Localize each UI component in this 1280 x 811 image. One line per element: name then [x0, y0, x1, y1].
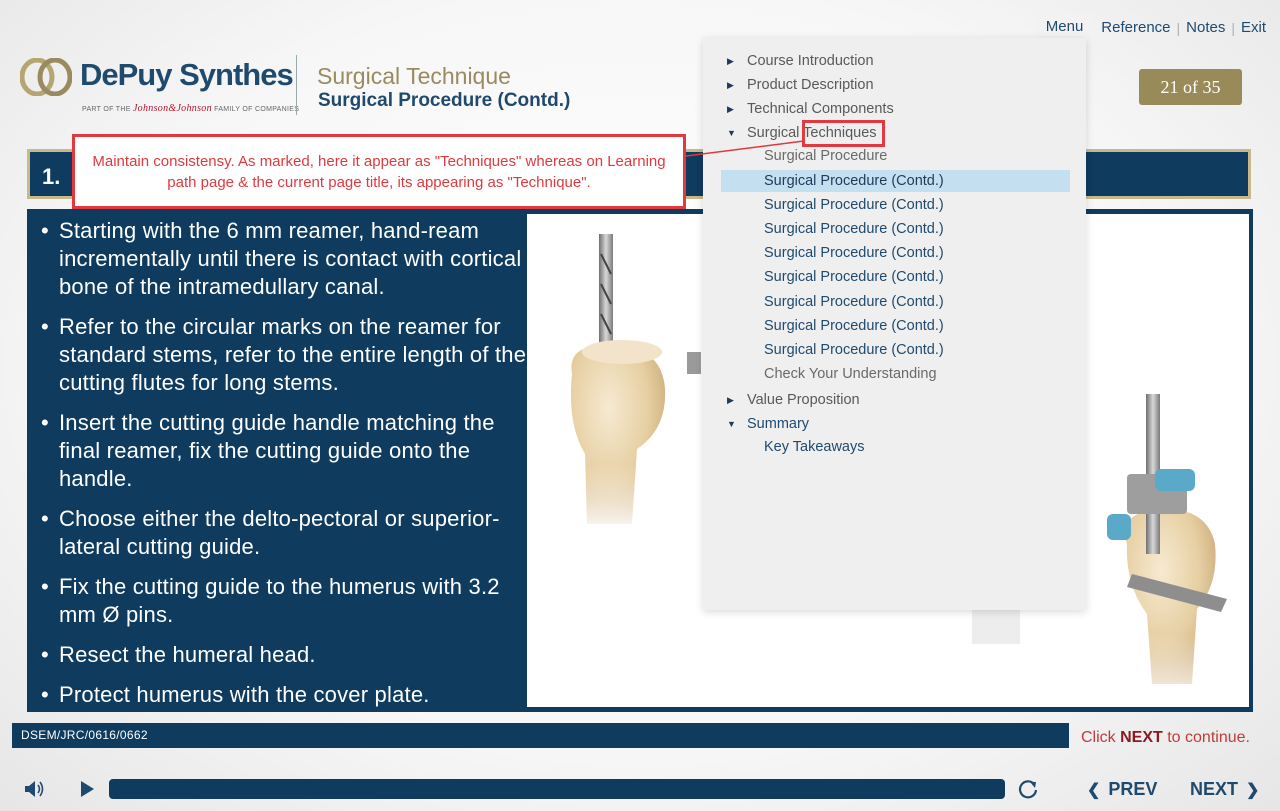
volume-icon[interactable]	[24, 779, 46, 799]
depuy-synthes-logo: DePuy Synthes PART OF THE Johnson&Johnso…	[20, 55, 299, 117]
slide-number: 1.	[42, 164, 61, 189]
bullet-item: Refer to the circular marks on the reame…	[41, 313, 531, 397]
menu-subitem-current[interactable]: Surgical Procedure (Contd.)	[721, 170, 1070, 192]
top-nav: Menu Reference | Notes | Exit	[1035, 14, 1272, 41]
reference-link[interactable]: Reference	[1095, 16, 1176, 39]
jj-wordmark: Johnson&Johnson	[132, 103, 212, 114]
prev-button[interactable]: ❮ PREV	[1087, 779, 1157, 800]
menu-subitem-key-takeaways[interactable]: Key Takeaways	[764, 436, 864, 458]
menu-subitem-surgical-procedure-contd[interactable]: Surgical Procedure (Contd.)	[764, 242, 944, 264]
bullet-item: Starting with the 6 mm reamer, hand-ream…	[41, 217, 531, 301]
document-code: DSEM/JRC/0616/0662	[21, 728, 148, 742]
logo-tagline: PART OF THE Johnson&Johnson FAMILY OF CO…	[82, 103, 300, 114]
progress-bar[interactable]	[109, 779, 1005, 799]
play-icon[interactable]	[79, 780, 95, 798]
course-menu-panel: ▶ Course Introduction ▶ Product Descript…	[703, 38, 1086, 610]
notes-link[interactable]: Notes	[1180, 16, 1231, 39]
annotation-highlight-box	[802, 120, 885, 147]
menu-subitem-surgical-procedure-contd[interactable]: Surgical Procedure (Contd.)	[764, 218, 944, 240]
bullet-list: Starting with the 6 mm reamer, hand-ream…	[41, 217, 531, 721]
page-counter: 21 of 35	[1139, 69, 1242, 105]
menu-subitem-surgical-procedure-contd[interactable]: Surgical Procedure (Contd.)	[764, 339, 944, 361]
progress-fill	[109, 779, 1005, 799]
page-section-title: Surgical Technique	[317, 63, 511, 89]
review-annotation: Maintain consistensy. As marked, here it…	[72, 134, 686, 209]
continue-instruction: Click NEXT to continue.	[1081, 729, 1250, 746]
player-controls: ❮ PREV NEXT ❯	[0, 768, 1280, 811]
header-divider	[296, 55, 297, 115]
bullet-item: Fix the cutting guide to the humerus wit…	[41, 573, 531, 629]
triangle-right-icon: ▶	[727, 80, 734, 90]
menu-subitem-surgical-procedure[interactable]: Surgical Procedure	[764, 145, 887, 167]
logo-brand: DePuy Synthes	[80, 57, 294, 92]
bullet-item: Insert the cutting guide handle matching…	[41, 409, 531, 493]
replay-icon[interactable]	[1017, 778, 1039, 800]
triangle-down-icon: ▼	[727, 128, 736, 138]
triangle-right-icon: ▶	[727, 56, 734, 66]
triangle-right-icon: ▶	[727, 395, 734, 405]
next-button[interactable]: NEXT ❯	[1190, 779, 1259, 800]
menu-subitem-surgical-procedure-contd[interactable]: Surgical Procedure (Contd.)	[764, 266, 944, 288]
triangle-down-icon: ▼	[727, 419, 736, 429]
chevron-right-icon: ❯	[1246, 781, 1260, 799]
menu-subitem-surgical-procedure-contd[interactable]: Surgical Procedure (Contd.)	[764, 194, 944, 216]
menu-button[interactable]: Menu	[1035, 14, 1094, 41]
menu-subitem-surgical-procedure-contd[interactable]: Surgical Procedure (Contd.)	[764, 291, 944, 313]
chevron-left-icon: ❮	[1087, 781, 1101, 799]
exit-link[interactable]: Exit	[1235, 16, 1272, 39]
menu-subitem-surgical-procedure-contd[interactable]: Surgical Procedure (Contd.)	[764, 315, 944, 337]
menu-subitem-check-understanding[interactable]: Check Your Understanding	[764, 363, 937, 385]
bullet-item: Resect the humeral head.	[41, 641, 531, 669]
triangle-right-icon: ▶	[727, 104, 734, 114]
page-title: Surgical Procedure (Contd.)	[318, 90, 571, 111]
bullet-item: Protect humerus with the cover plate.	[41, 681, 531, 709]
document-code-bar: DSEM/JRC/0616/0662	[12, 723, 1069, 748]
bullet-item: Choose either the delto-pectoral or supe…	[41, 505, 531, 561]
logo-mark-icon	[20, 58, 72, 96]
